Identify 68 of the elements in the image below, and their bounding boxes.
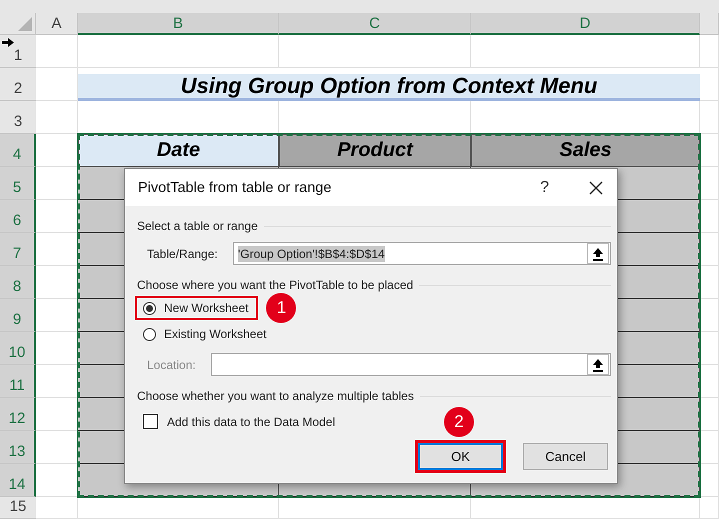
- row-header[interactable]: 2: [0, 68, 36, 101]
- row-header[interactable]: 10: [0, 332, 36, 365]
- grid-cell[interactable]: [700, 35, 719, 68]
- grid-cell[interactable]: [700, 365, 719, 398]
- grid-cell[interactable]: [36, 35, 78, 68]
- grid-cell[interactable]: [36, 101, 78, 134]
- row-header[interactable]: 1: [0, 35, 36, 68]
- arrow-icon: [2, 38, 14, 47]
- input-field[interactable]: [211, 353, 611, 376]
- section-heading: Select a table or range: [137, 219, 258, 233]
- dialog-title: PivotTable from table or range: [138, 180, 332, 196]
- row-header[interactable]: 15: [0, 497, 36, 519]
- grid-cell[interactable]: [279, 35, 471, 68]
- row-header[interactable]: 12: [0, 398, 36, 431]
- grid-cell[interactable]: [700, 497, 719, 519]
- grid-cell[interactable]: [700, 233, 719, 266]
- collapse-button[interactable]: [587, 243, 609, 264]
- grid-cell[interactable]: [700, 431, 719, 464]
- grid-cell[interactable]: [78, 497, 279, 519]
- step-badge: 1: [266, 293, 296, 323]
- column-header[interactable]: D: [471, 13, 700, 35]
- dialog-button[interactable]: OK: [418, 443, 503, 470]
- grid-cell[interactable]: [700, 167, 719, 200]
- radio-option[interactable]: New Worksheet: [135, 296, 258, 320]
- row-header[interactable]: 4: [0, 134, 36, 167]
- input-field[interactable]: 'Group Option'!$B$4:$D$14: [233, 242, 611, 265]
- close-icon[interactable]: [589, 180, 603, 194]
- grid-cell[interactable]: [700, 332, 719, 365]
- upload-icon: [592, 246, 604, 260]
- collapse-button[interactable]: [587, 354, 609, 375]
- sheet-title: Using Group Option from Context Menu: [78, 74, 700, 101]
- upload-icon: [592, 358, 604, 372]
- grid-cell[interactable]: [78, 35, 279, 68]
- grid-cell[interactable]: [471, 497, 700, 519]
- row-header[interactable]: 9: [0, 299, 36, 332]
- field-label: Table/Range:: [147, 246, 219, 260]
- field-label: Location:: [147, 358, 197, 372]
- grid-cell[interactable]: [700, 299, 719, 332]
- section-heading: Choose where you want the PivotTable to be placed: [137, 278, 414, 292]
- row-header[interactable]: 5: [0, 167, 36, 200]
- grid-cell[interactable]: [700, 464, 719, 497]
- grid-cell[interactable]: [700, 200, 719, 233]
- grid-cell[interactable]: [700, 266, 719, 299]
- grid-cell[interactable]: [471, 35, 700, 68]
- row-header[interactable]: 11: [0, 365, 36, 398]
- grid-cell[interactable]: [700, 101, 719, 134]
- row-header[interactable]: 13: [0, 431, 36, 464]
- grid-cell[interactable]: [700, 134, 719, 167]
- radio-option[interactable]: Existing Worksheet: [135, 322, 276, 346]
- column-header[interactable]: C: [279, 13, 471, 35]
- step-badge: 2: [444, 407, 474, 437]
- help-button[interactable]: ?: [540, 178, 549, 196]
- row-header[interactable]: 6: [0, 200, 36, 233]
- dialog-button[interactable]: Cancel: [523, 443, 608, 470]
- column-header[interactable]: A: [36, 13, 78, 35]
- grid-cell[interactable]: [700, 68, 719, 101]
- grid-cell[interactable]: [279, 497, 471, 519]
- row-header[interactable]: 14: [0, 464, 36, 497]
- grid-cell[interactable]: [36, 497, 78, 519]
- column-heading: Product: [279, 134, 471, 167]
- row-header[interactable]: 3: [0, 101, 36, 134]
- section-heading: Choose whether you want to analyze multiple tables: [137, 389, 414, 403]
- column-heading: Date: [78, 134, 279, 167]
- column-heading: Sales: [471, 134, 700, 167]
- column-header[interactable]: B: [78, 13, 279, 35]
- grid-cell[interactable]: [700, 398, 719, 431]
- row-header[interactable]: 7: [0, 233, 36, 266]
- row-header[interactable]: 8: [0, 266, 36, 299]
